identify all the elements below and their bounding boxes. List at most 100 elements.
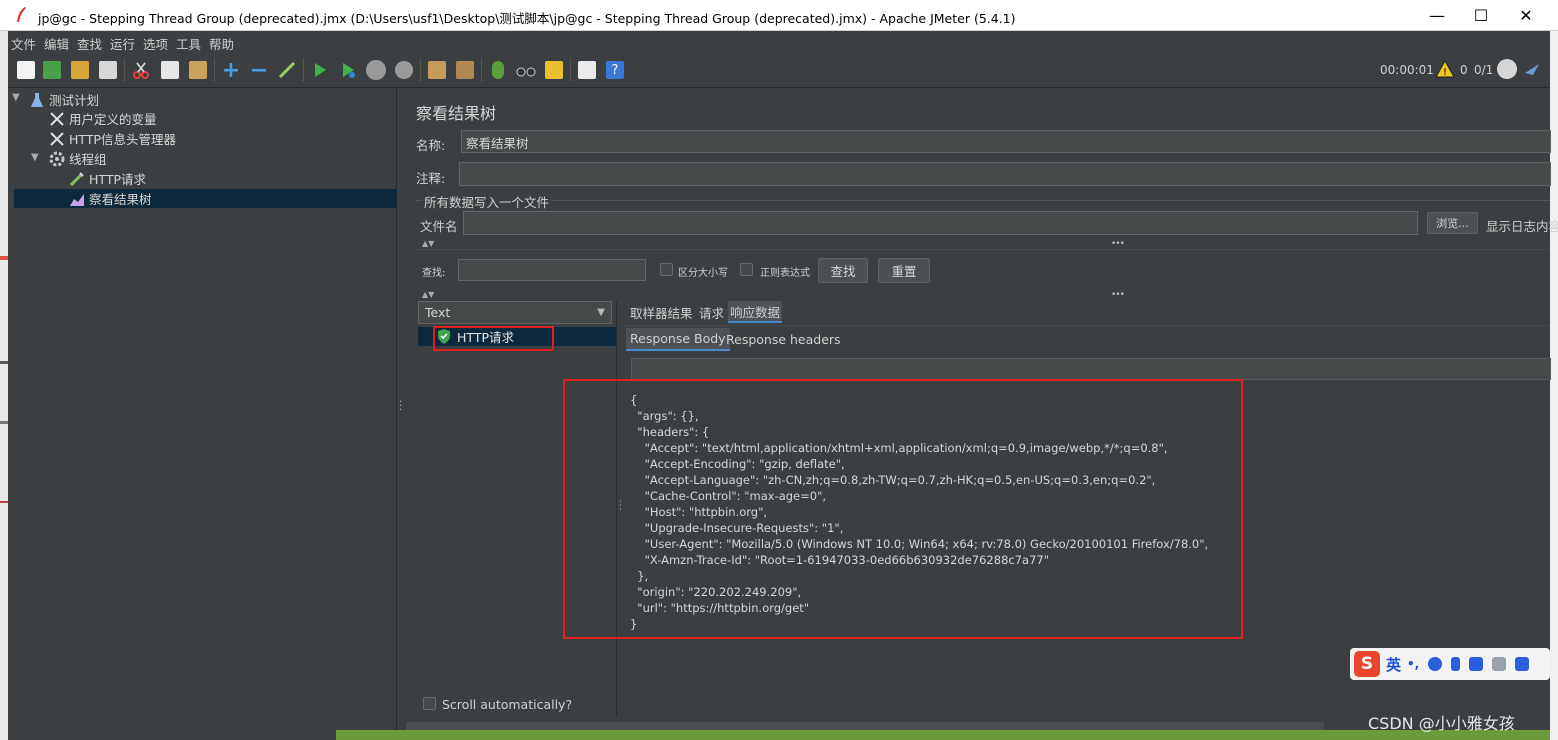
response-body-text: { "args": {}, "headers": { "Accept": "te… xyxy=(630,393,1209,631)
result-item-http-request[interactable]: HTTP请求 xyxy=(437,327,514,346)
close-button[interactable]: ✕ xyxy=(1503,0,1549,31)
chevron-down-icon[interactable]: ▼ xyxy=(12,92,20,103)
log-display-label: 显示日志内容 xyxy=(1486,219,1558,234)
tree-item-thread-group[interactable]: 线程组 xyxy=(48,149,107,168)
menu-bar: 文件 编辑 查找 运行 选项 工具 帮助 xyxy=(8,31,1550,52)
success-shield-icon xyxy=(437,329,451,344)
tree-item-http-request[interactable]: HTTP请求 xyxy=(68,169,146,188)
minimize-button[interactable]: — xyxy=(1414,0,1460,31)
case-sensitive-checkbox[interactable] xyxy=(660,263,673,276)
subtab-response-body[interactable]: Response Body xyxy=(626,328,730,351)
comment-label: 注释: xyxy=(416,171,446,186)
gear-icon xyxy=(48,150,65,167)
test-plan-tree: ▼ 测试计划 用户定义的变量 HTTP信息头管理器 ▼ 线程组 HTTP请求 察… xyxy=(8,88,397,730)
ime-mode[interactable]: 英 xyxy=(1386,654,1401,675)
horizontal-scrollbar[interactable] xyxy=(406,722,1324,730)
tree-item-label: 用户定义的变量 xyxy=(69,112,157,127)
warning-icon[interactable]: ! xyxy=(1435,59,1455,81)
file-section-title: 所有数据写入一个文件 xyxy=(422,192,552,211)
background-window-edge-right xyxy=(1550,31,1558,740)
open-icon[interactable] xyxy=(68,58,92,82)
stop-icon[interactable] xyxy=(364,58,388,82)
menu-options[interactable]: 选项 xyxy=(143,34,168,53)
window-titlebar: jp@gc - Stepping Thread Group (deprecate… xyxy=(0,0,1558,31)
comment-field[interactable] xyxy=(459,162,1551,186)
response-search-bar[interactable] xyxy=(631,358,1551,380)
tab-sampler-result[interactable]: 取样器结果 xyxy=(628,301,695,323)
reset-search-icon[interactable] xyxy=(542,58,566,82)
find-button[interactable]: 查找 xyxy=(818,258,868,283)
chevron-down-icon[interactable]: ▼ xyxy=(31,152,39,163)
case-sensitive-label: 区分大小写 xyxy=(678,268,728,279)
renderer-select-value: Text xyxy=(425,305,451,320)
menu-edit[interactable]: 编辑 xyxy=(44,34,69,53)
emoji-icon[interactable] xyxy=(1428,657,1443,671)
cut-icon[interactable] xyxy=(129,58,153,82)
copy-icon[interactable] xyxy=(158,58,182,82)
templates-icon[interactable] xyxy=(40,58,64,82)
elapsed-timer: 00:00:01 xyxy=(1380,63,1434,77)
name-field[interactable]: 察看结果树 xyxy=(461,130,1551,153)
collapse-arrows-icon[interactable]: ▲▼ xyxy=(422,290,434,299)
tree-item-label: HTTP请求 xyxy=(89,172,146,187)
clear-icon[interactable] xyxy=(425,58,449,82)
collapse-arrows-icon[interactable]: ▲▼ xyxy=(422,239,434,248)
filename-field[interactable] xyxy=(463,211,1418,235)
clear-all-icon[interactable] xyxy=(453,58,477,82)
splitter-dots[interactable]: ••• xyxy=(1111,239,1125,249)
function-helper-icon[interactable] xyxy=(486,58,510,82)
log-viewer-icon[interactable] xyxy=(575,58,599,82)
ime-punctuation[interactable]: •, xyxy=(1407,657,1419,671)
collapse-icon[interactable]: − xyxy=(247,58,271,83)
subtab-response-headers[interactable]: Response headers xyxy=(722,328,845,351)
pipette-icon xyxy=(68,170,85,187)
save-icon[interactable] xyxy=(96,58,120,82)
tab-response-data[interactable]: 响应数据 xyxy=(728,301,783,323)
scroll-auto-label: Scroll automatically? xyxy=(442,697,573,712)
remote-status-icon[interactable] xyxy=(1497,59,1517,79)
window-title: jp@gc - Stepping Thread Group (deprecate… xyxy=(38,11,1016,26)
wrench-icon xyxy=(48,130,65,147)
tree-item-user-variables[interactable]: 用户定义的变量 xyxy=(48,109,157,128)
scroll-auto-checkbox[interactable] xyxy=(423,697,436,710)
ime-toolbar: S 英 •, xyxy=(1350,648,1550,680)
menu-search[interactable]: 查找 xyxy=(77,34,102,53)
toggle-icon[interactable] xyxy=(275,58,299,82)
keyboard-icon[interactable] xyxy=(1469,657,1484,671)
browse-button[interactable]: 浏览... xyxy=(1427,212,1478,234)
splitter-dots[interactable]: · · · xyxy=(619,498,622,515)
tree-item-test-plan[interactable]: 测试计划 xyxy=(28,90,99,109)
menu-help[interactable]: 帮助 xyxy=(209,34,234,53)
help-icon[interactable]: ? xyxy=(603,58,627,82)
regex-checkbox[interactable] xyxy=(740,263,753,276)
shirt-icon[interactable] xyxy=(1515,657,1530,671)
start-icon[interactable] xyxy=(308,58,332,82)
menu-run[interactable]: 运行 xyxy=(110,34,135,53)
renderer-select[interactable]: Text ▼ xyxy=(418,301,612,324)
user-icon[interactable] xyxy=(1492,657,1507,671)
svg-text:!: ! xyxy=(1443,67,1447,78)
tree-item-header-manager[interactable]: HTTP信息头管理器 xyxy=(48,129,176,148)
jmeter-feather-icon xyxy=(17,7,26,22)
tree-item-results-tree[interactable]: 察看结果树 xyxy=(68,189,152,208)
vertical-splitter[interactable]: · · · xyxy=(397,88,406,730)
search-icon[interactable] xyxy=(514,58,538,82)
menu-file[interactable]: 文件 xyxy=(11,34,36,53)
paste-icon[interactable] xyxy=(186,58,210,82)
expand-icon[interactable]: + xyxy=(219,58,243,83)
new-icon[interactable] xyxy=(14,58,38,82)
maximize-button[interactable]: ☐ xyxy=(1458,0,1504,31)
splitter-dots[interactable]: ••• xyxy=(1111,290,1125,300)
menu-tools[interactable]: 工具 xyxy=(176,34,201,53)
results-tree-panel: 察看结果树 名称: 察看结果树 注释: 所有数据写入一个文件 文件名 浏览...… xyxy=(406,88,1558,730)
reset-button[interactable]: 重置 xyxy=(878,258,930,283)
search-field[interactable] xyxy=(458,259,646,281)
start-no-pause-icon[interactable] xyxy=(336,58,360,82)
wrench-icon xyxy=(48,110,65,127)
tab-request[interactable]: 请求 xyxy=(697,301,726,323)
shutdown-icon[interactable] xyxy=(392,58,416,82)
microphone-icon[interactable] xyxy=(1451,657,1461,671)
tree-item-label: HTTP信息头管理器 xyxy=(69,132,176,147)
sogou-logo-icon[interactable]: S xyxy=(1354,651,1380,677)
toolbar: + − ? 00:00:01 ! 0 0/1 xyxy=(8,52,1550,88)
